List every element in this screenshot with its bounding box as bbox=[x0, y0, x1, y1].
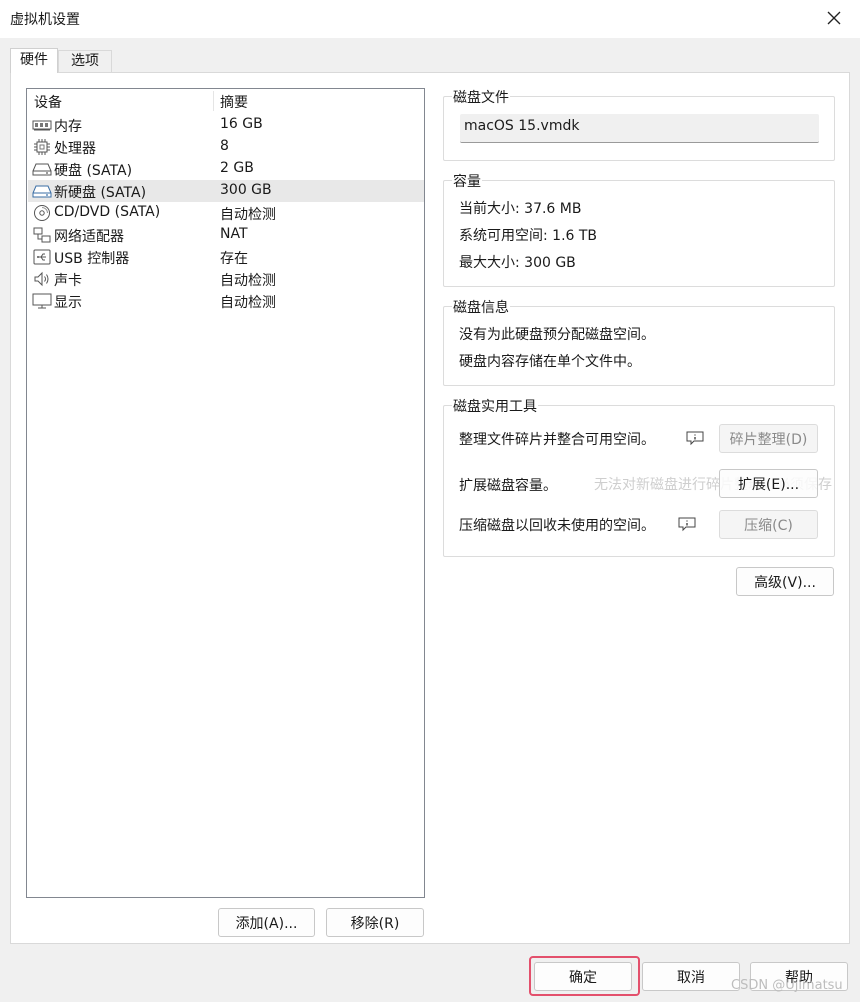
current-size-text: 当前大小: 37.6 MB bbox=[459, 201, 582, 217]
remove-device-button[interactable]: 移除(R) bbox=[326, 908, 424, 937]
device-summary: 8 bbox=[220, 138, 229, 154]
device-name: 处理器 bbox=[54, 141, 96, 157]
csdn-watermark: CSDN @Ujimatsu bbox=[731, 978, 843, 993]
monitor-icon bbox=[32, 293, 52, 309]
device-row-display[interactable]: 显示 自动检测 bbox=[28, 290, 424, 312]
usb-icon bbox=[32, 249, 52, 265]
defragment-button[interactable]: 碎片整理(D) bbox=[719, 424, 818, 453]
device-row-new-hard-disk[interactable]: 新硬盘 (SATA) 300 GB bbox=[28, 180, 424, 202]
tab-options[interactable]: 选项 bbox=[58, 50, 112, 72]
title-bar: 虚拟机设置 bbox=[0, 0, 860, 38]
compact-description: 压缩磁盘以回收未使用的空间。 bbox=[459, 518, 655, 534]
advanced-button[interactable]: 高级(V)... bbox=[736, 567, 834, 596]
hard-disk-icon bbox=[32, 161, 52, 177]
device-list[interactable]: 设备 摘要 内存 16 GB 处理器 8 硬盘 (SATA) 2 GB 新硬盘 … bbox=[26, 88, 425, 898]
device-summary: 2 GB bbox=[220, 160, 254, 176]
hard-disk-icon bbox=[32, 183, 52, 199]
device-row-network-adapter[interactable]: 网络适配器 NAT bbox=[28, 224, 424, 246]
device-summary: 300 GB bbox=[220, 182, 272, 198]
speaker-icon bbox=[32, 271, 52, 287]
ok-button[interactable]: 确定 bbox=[534, 962, 632, 991]
info-icon[interactable] bbox=[677, 516, 697, 532]
close-button[interactable] bbox=[822, 6, 846, 30]
disk-file-field[interactable]: macOS 15.vmdk bbox=[460, 114, 819, 143]
device-row-processor[interactable]: 处理器 8 bbox=[28, 136, 424, 158]
add-device-button[interactable]: 添加(A)... bbox=[218, 908, 315, 937]
compact-button[interactable]: 压缩(C) bbox=[719, 510, 818, 539]
disk-file-label: 磁盘文件 bbox=[452, 87, 510, 107]
device-row-sound-card[interactable]: 声卡 自动检测 bbox=[28, 268, 424, 290]
device-summary: 存在 bbox=[220, 251, 248, 267]
device-name: 显示 bbox=[54, 295, 82, 311]
device-name: 声卡 bbox=[54, 273, 82, 289]
device-summary: 自动检测 bbox=[220, 207, 276, 223]
device-row-memory[interactable]: 内存 16 GB bbox=[28, 114, 424, 136]
device-name: 硬盘 (SATA) bbox=[54, 163, 133, 179]
device-summary: 16 GB bbox=[220, 116, 263, 132]
processor-icon bbox=[32, 139, 52, 155]
disk-utilities-label: 磁盘实用工具 bbox=[452, 396, 538, 416]
max-size-text: 最大大小: 300 GB bbox=[459, 255, 576, 271]
device-row-usb-controller[interactable]: USB 控制器 存在 bbox=[28, 246, 424, 268]
close-icon bbox=[827, 11, 841, 25]
column-header-device[interactable]: 设备 bbox=[34, 92, 62, 112]
disk-file-value: macOS 15.vmdk bbox=[464, 118, 580, 134]
cancel-button[interactable]: 取消 bbox=[642, 962, 740, 991]
device-summary: NAT bbox=[220, 226, 248, 242]
device-name: 新硬盘 (SATA) bbox=[54, 185, 147, 201]
column-separator[interactable] bbox=[213, 91, 214, 111]
tab-hardware[interactable]: 硬件 bbox=[10, 48, 58, 73]
device-summary: 自动检测 bbox=[220, 295, 276, 311]
device-name: CD/DVD (SATA) bbox=[54, 204, 161, 220]
expand-description: 扩展磁盘容量。 bbox=[459, 478, 557, 494]
device-name: 内存 bbox=[54, 119, 82, 135]
disk-info-group: 磁盘信息 bbox=[443, 297, 835, 386]
defrag-description: 整理文件碎片并整合可用空间。 bbox=[459, 432, 655, 448]
cd-dvd-icon bbox=[32, 205, 52, 221]
info-icon[interactable] bbox=[685, 430, 705, 446]
capacity-label: 容量 bbox=[452, 171, 482, 191]
tab-bar: 硬件 选项 bbox=[10, 48, 112, 73]
disk-info-label: 磁盘信息 bbox=[452, 297, 510, 317]
device-name: 网络适配器 bbox=[54, 229, 124, 245]
network-adapter-icon bbox=[32, 227, 52, 243]
window-title: 虚拟机设置 bbox=[10, 12, 80, 28]
memory-icon bbox=[32, 117, 52, 133]
expand-button[interactable]: 扩展(E)... bbox=[719, 469, 818, 498]
list-header: 设备 摘要 bbox=[27, 89, 424, 113]
device-name: USB 控制器 bbox=[54, 251, 130, 267]
device-row-hard-disk[interactable]: 硬盘 (SATA) 2 GB bbox=[28, 158, 424, 180]
disk-info-line-2: 硬盘内容存储在单个文件中。 bbox=[459, 354, 641, 370]
disk-info-line-1: 没有为此硬盘预分配磁盘空间。 bbox=[459, 327, 655, 343]
device-row-cd-dvd[interactable]: CD/DVD (SATA) 自动检测 bbox=[28, 202, 424, 224]
device-summary: 自动检测 bbox=[220, 273, 276, 289]
column-header-summary[interactable]: 摘要 bbox=[220, 92, 248, 112]
system-free-space-text: 系统可用空间: 1.6 TB bbox=[459, 228, 598, 244]
